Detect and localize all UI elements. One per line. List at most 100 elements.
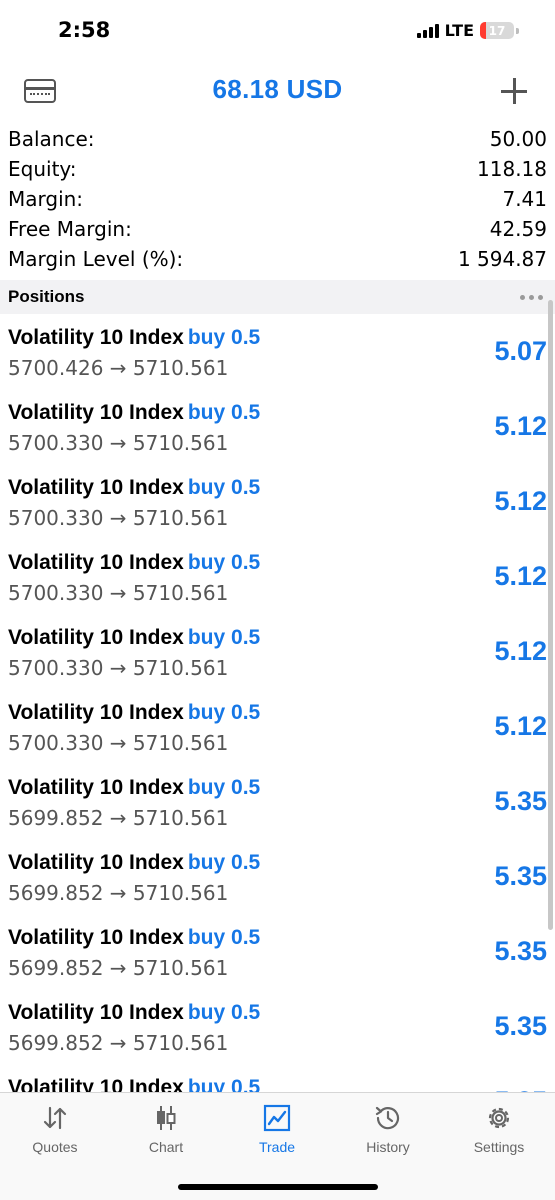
- position-prices: 5699.852 → 5710.561: [8, 956, 229, 980]
- position-symbol: Volatility 10 Index: [8, 551, 184, 574]
- position-row[interactable]: Volatility 10 Index buy 0.5 5700.330 → 571…: [0, 464, 555, 539]
- summary-label: Balance:: [8, 127, 95, 151]
- position-profit: 5.12: [494, 636, 547, 666]
- battery-level: 17: [488, 23, 506, 38]
- status-bar: 2:58 LTE 17: [0, 0, 555, 62]
- position-direction: buy 0.5: [187, 476, 261, 499]
- position-symbol: Volatility 10 Index: [8, 1001, 184, 1024]
- position-symbol: Volatility 10 Index: [8, 776, 184, 799]
- positions-list[interactable]: Volatility 10 Index buy 0.5 5700.426 → 571…: [0, 314, 555, 1094]
- history-icon: [375, 1106, 400, 1130]
- position-title: Volatility 10 Index buy 0.5: [8, 476, 260, 500]
- position-direction: buy 0.5: [187, 401, 261, 424]
- position-profit: 5.35: [494, 936, 547, 966]
- summary-row: Balance: 50.00: [0, 124, 555, 154]
- home-indicator[interactable]: [178, 1184, 378, 1190]
- status-time: 2:58: [58, 18, 111, 42]
- trade-icon: [263, 1104, 291, 1132]
- summary-value: 7.41: [502, 187, 547, 211]
- scrollbar[interactable]: [548, 300, 553, 930]
- summary-value: 118.18: [477, 157, 547, 181]
- position-prices: 5700.330 → 5710.561: [8, 431, 229, 455]
- position-symbol: Volatility 10 Index: [8, 476, 184, 499]
- position-symbol: Volatility 10 Index: [8, 926, 184, 949]
- position-prices: 5700.330 → 5710.561: [8, 656, 229, 680]
- summary-row: Margin: 7.41: [0, 184, 555, 214]
- position-symbol: Volatility 10 Index: [8, 401, 184, 424]
- signal-icon: [416, 23, 439, 38]
- position-symbol: Volatility 10 Index: [8, 326, 184, 349]
- position-direction: buy 0.5: [187, 1001, 261, 1024]
- position-profit: 5.07: [494, 336, 547, 366]
- summary-value: 42.59: [489, 217, 547, 241]
- position-prices: 5699.852 → 5710.561: [8, 1031, 229, 1055]
- positions-title: Positions: [8, 287, 85, 306]
- chart-icon: [157, 1106, 176, 1130]
- position-direction: buy 0.5: [187, 851, 261, 874]
- summary-row: Free Margin: 42.59: [0, 214, 555, 244]
- position-profit: 5.12: [494, 486, 547, 516]
- position-title: Volatility 10 Index buy 0.5: [8, 401, 260, 425]
- position-title: Volatility 10 Index buy 0.5: [8, 701, 260, 725]
- position-prices: 5699.852 → 5710.561: [8, 806, 229, 830]
- position-profit: 5.12: [494, 411, 547, 441]
- position-row[interactable]: Volatility 10 Indexbuy 0.55.35: [0, 1064, 555, 1094]
- position-title: Volatility 10 Index buy 0.5: [8, 326, 260, 350]
- position-profit: 5.12: [494, 561, 547, 591]
- tab-chart[interactable]: Chart: [116, 1103, 216, 1155]
- position-row[interactable]: Volatility 10 Index buy 0.5 5700.330 → 571…: [0, 539, 555, 614]
- position-row[interactable]: Volatility 10 Index buy 0.5 5700.330 → 571…: [0, 614, 555, 689]
- position-row[interactable]: Volatility 10 Index buy 0.5 5699.852 → 571…: [0, 839, 555, 914]
- position-row[interactable]: Volatility 10 Index buy 0.5 5700.330 → 571…: [0, 689, 555, 764]
- position-prices: 5700.330 → 5710.561: [8, 581, 229, 605]
- settings-icon: [488, 1107, 510, 1129]
- status-indicators: LTE 17: [416, 21, 519, 40]
- position-profit: 5.35: [494, 861, 547, 891]
- tab-history[interactable]: History: [338, 1103, 438, 1155]
- battery-tip: [516, 27, 519, 34]
- position-title: Volatility 10 Index buy 0.5: [8, 551, 260, 575]
- positions-section-header: Positions: [0, 280, 555, 314]
- summary-row: Margin Level (%): 1 594.87: [0, 244, 555, 274]
- position-title: Volatility 10 Index buy 0.5: [8, 626, 260, 650]
- tab-quotes[interactable]: Quotes: [5, 1103, 105, 1155]
- position-row[interactable]: Volatility 10 Index buy 0.5 5699.852 → 571…: [0, 989, 555, 1064]
- tab-settings-label: Settings: [473, 1139, 525, 1155]
- summary-row: Equity: 118.18: [0, 154, 555, 184]
- new-order-plus-icon[interactable]: [501, 78, 527, 104]
- position-direction: buy 0.5: [187, 551, 261, 574]
- profit-title: 68.18 USD: [212, 74, 343, 104]
- account-summary: Balance: 50.00 Equity: 118.18 Margin: 7.41 Fre…: [0, 124, 555, 274]
- position-direction: buy 0.5: [187, 701, 261, 724]
- position-direction: buy 0.5: [187, 326, 261, 349]
- tab-history-label: History: [366, 1139, 410, 1155]
- position-profit: 5.12: [494, 711, 547, 741]
- position-symbol: Volatility 10 Index: [8, 701, 184, 724]
- tab-trade[interactable]: Trade: [227, 1103, 327, 1155]
- position-row[interactable]: Volatility 10 Index buy 0.5 5699.852 → 571…: [0, 914, 555, 989]
- more-options-icon[interactable]: [520, 294, 543, 300]
- summary-label: Equity:: [8, 157, 77, 181]
- position-direction: buy 0.5: [187, 776, 261, 799]
- position-title: Volatility 10 Index buy 0.5: [8, 1001, 260, 1025]
- position-symbol: Volatility 10 Index: [8, 626, 184, 649]
- position-row[interactable]: Volatility 10 Index buy 0.5 5700.426 → 571…: [0, 314, 555, 389]
- tab-trade-label: Trade: [258, 1139, 296, 1155]
- position-prices: 5700.426 → 5710.561: [8, 356, 229, 380]
- summary-label: Margin:: [8, 187, 84, 211]
- position-row[interactable]: Volatility 10 Index buy 0.5 5699.852 → 571…: [0, 764, 555, 839]
- trade-header: 68.18 USD: [0, 62, 555, 120]
- summary-value: 1 594.87: [457, 247, 547, 271]
- summary-label: Margin Level (%):: [8, 247, 184, 271]
- tab-chart-label: Chart: [148, 1139, 184, 1155]
- position-symbol: Volatility 10 Index: [8, 851, 184, 874]
- position-profit: 5.35: [494, 1011, 547, 1041]
- position-row[interactable]: Volatility 10 Index buy 0.5 5700.330 → 571…: [0, 389, 555, 464]
- position-direction: buy 0.5: [187, 926, 261, 949]
- tab-settings[interactable]: Settings: [449, 1103, 549, 1155]
- position-title: Volatility 10 Index buy 0.5: [8, 776, 260, 800]
- tab-quotes-label: Quotes: [32, 1139, 78, 1155]
- position-prices: 5699.852 → 5710.561: [8, 881, 229, 905]
- position-prices: 5700.330 → 5710.561: [8, 506, 229, 530]
- position-profit: 5.35: [494, 786, 547, 816]
